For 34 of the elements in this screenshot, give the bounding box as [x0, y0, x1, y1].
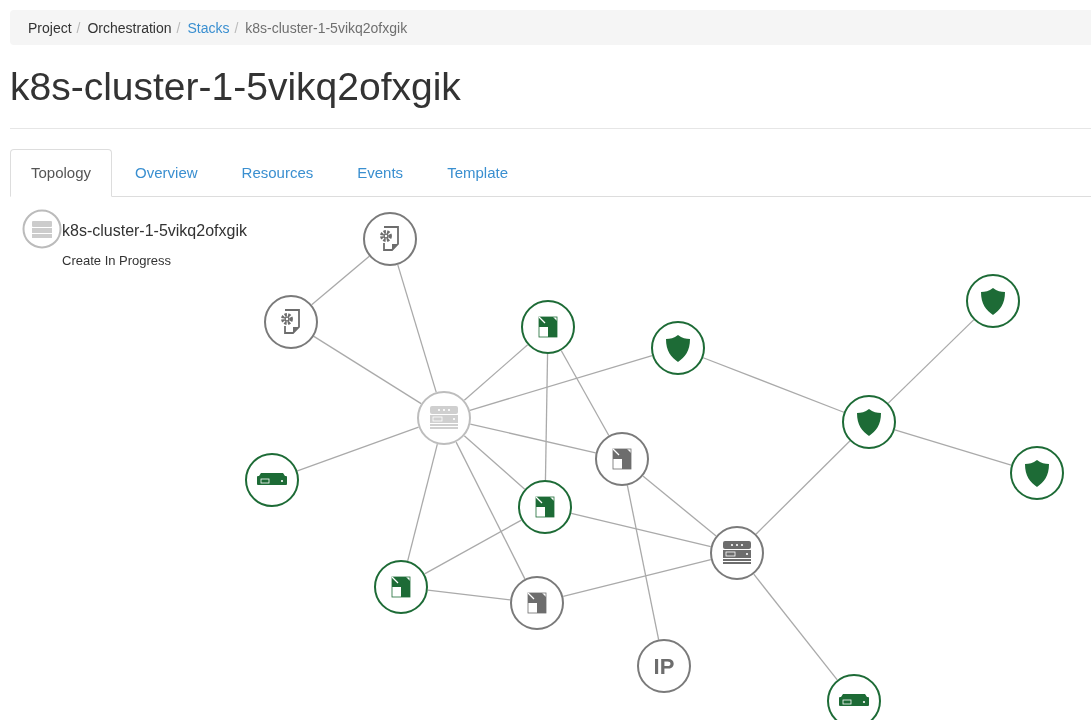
- network-node[interactable]: [245, 453, 299, 507]
- port-node[interactable]: [518, 480, 572, 534]
- shield-node[interactable]: [966, 274, 1020, 328]
- port-node[interactable]: [510, 576, 564, 630]
- tab[interactable]: Overview: [114, 149, 219, 196]
- port-node[interactable]: [521, 300, 575, 354]
- shield-node[interactable]: [1010, 446, 1064, 500]
- config-node[interactable]: [264, 295, 318, 349]
- server-node[interactable]: [417, 391, 471, 445]
- port-node[interactable]: [374, 560, 428, 614]
- breadcrumb-separator: /: [233, 19, 240, 36]
- breadcrumb-link[interactable]: Stacks: [187, 19, 230, 36]
- page-title: k8s-cluster-1-5vikq2ofxgik: [10, 64, 462, 110]
- connector-line: [311, 255, 370, 306]
- breadcrumb-link[interactable]: Orchestration: [87, 19, 172, 36]
- breadcrumb-separator: /: [175, 19, 182, 36]
- tab[interactable]: Resources: [220, 149, 335, 196]
- stack-name: k8s-cluster-1-5vikq2ofxgik: [62, 222, 247, 240]
- server-node[interactable]: [710, 526, 764, 580]
- config-node[interactable]: [363, 212, 417, 266]
- server-icon: [22, 209, 62, 249]
- tab[interactable]: Topology: [10, 149, 113, 197]
- tab[interactable]: Events: [336, 149, 425, 196]
- ip-label: IP: [653, 654, 675, 679]
- shield-node[interactable]: [842, 395, 896, 449]
- breadcrumb-current: k8s-cluster-1-5vikq2ofxgik: [245, 19, 408, 36]
- shield-node[interactable]: [651, 321, 705, 375]
- stack-status: Create In Progress: [62, 253, 173, 268]
- ip-node[interactable]: IP: [637, 639, 691, 693]
- port-node[interactable]: [595, 432, 649, 486]
- network-node[interactable]: [827, 674, 881, 720]
- tab[interactable]: Template: [426, 149, 529, 196]
- breadcrumb-link[interactable]: Project: [28, 19, 72, 36]
- breadcrumb-separator: /: [75, 19, 82, 36]
